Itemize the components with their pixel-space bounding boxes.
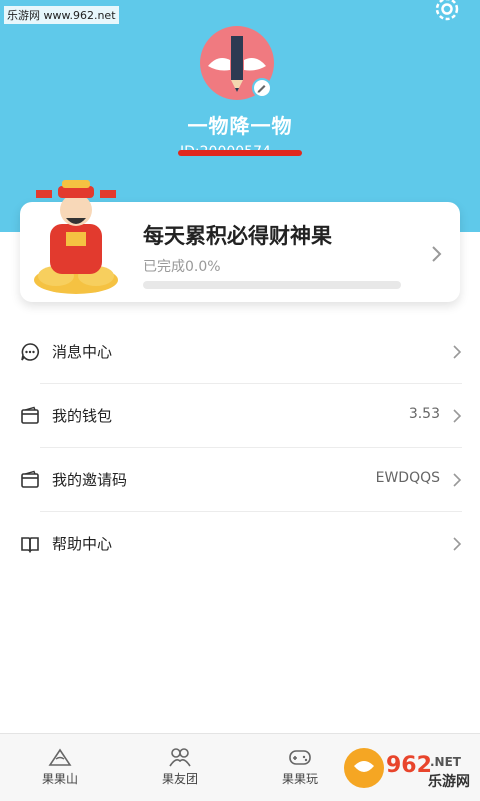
book-icon bbox=[21, 537, 39, 553]
logo-text: 乐游网 bbox=[428, 773, 470, 790]
group-icon bbox=[169, 748, 191, 767]
logo-number: 962 bbox=[386, 753, 432, 778]
site-watermark: 乐游网 www.962.net bbox=[4, 6, 119, 24]
menu-label: 帮助中心 bbox=[52, 535, 113, 553]
chevron-right-icon bbox=[453, 537, 462, 551]
invite-code-icon bbox=[21, 470, 39, 488]
edit-avatar-button[interactable] bbox=[252, 78, 272, 98]
menu-item-messages[interactable]: 消息中心 bbox=[0, 320, 480, 384]
mountain-icon bbox=[48, 748, 72, 766]
menu-label: 我的邀请码 bbox=[52, 471, 128, 489]
tab-label: 果果山 bbox=[41, 772, 78, 786]
menu-item-wallet[interactable]: 我的钱包 3.53 bbox=[0, 384, 480, 448]
tab-label: 果友团 bbox=[161, 772, 198, 786]
username: 一物降一物 bbox=[187, 114, 293, 138]
menu-list: 消息中心 我的钱包 3.53 我的邀请码 EWDQQS 帮助中心 bbox=[0, 320, 480, 576]
task-progress-text: 已完成0.0% bbox=[143, 259, 221, 275]
logo-suffix: .NET bbox=[430, 755, 462, 769]
site-logo-watermark: 962 .NET 乐游网 bbox=[344, 748, 470, 790]
chevron-right-icon[interactable] bbox=[430, 244, 444, 264]
menu-label: 我的钱包 bbox=[52, 407, 113, 425]
chevron-right-icon bbox=[453, 473, 462, 487]
gear-icon[interactable] bbox=[432, 0, 462, 24]
chevron-right-icon bbox=[453, 345, 462, 359]
pen-icon bbox=[257, 85, 266, 93]
wallet-balance: 3.53 bbox=[408, 406, 440, 422]
message-icon bbox=[21, 343, 39, 361]
menu-label: 消息中心 bbox=[52, 343, 113, 361]
task-progress-bar bbox=[143, 281, 401, 289]
tab-guoguoshan[interactable]: 果果山 bbox=[0, 734, 120, 801]
redaction-mark bbox=[178, 150, 302, 156]
invite-code-value: EWDQQS bbox=[375, 470, 440, 486]
menu-item-invite-code[interactable]: 我的邀请码 EWDQQS bbox=[0, 448, 480, 512]
tab-guoyoutuan[interactable]: 果友团 bbox=[120, 734, 240, 801]
god-of-wealth-icon bbox=[34, 180, 118, 294]
task-title: 每天累积必得财神果 bbox=[143, 224, 332, 248]
menu-item-help[interactable]: 帮助中心 bbox=[0, 512, 480, 576]
gamepad-icon bbox=[289, 750, 311, 765]
chevron-right-icon bbox=[453, 409, 462, 423]
wallet-icon bbox=[21, 406, 39, 424]
